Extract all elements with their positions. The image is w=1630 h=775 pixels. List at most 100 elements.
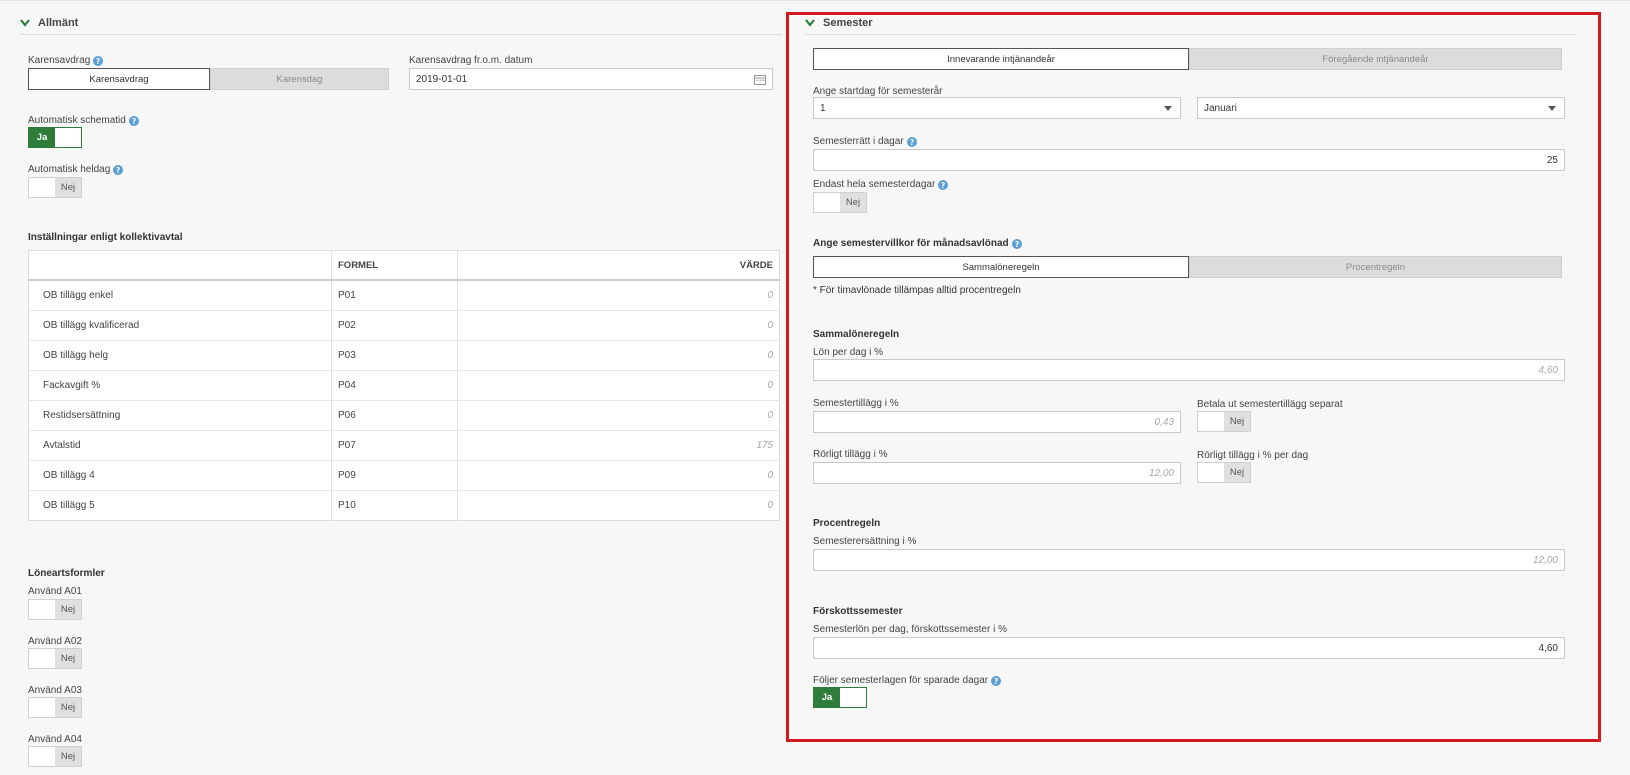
toggle-knob bbox=[1198, 463, 1224, 482]
tillagg-input[interactable]: 0,43 bbox=[813, 411, 1181, 433]
karensavdrag-option[interactable]: Karensavdrag bbox=[28, 68, 210, 90]
row-value-input[interactable]: 0 bbox=[457, 340, 780, 371]
row-value-input[interactable]: 0 bbox=[457, 280, 780, 311]
row-value-input[interactable]: 0 bbox=[458, 491, 780, 521]
semester-section-title: Semester bbox=[823, 17, 873, 29]
toggle-knob bbox=[1198, 412, 1224, 431]
table-row[interactable]: Avtalstid P07 175 bbox=[28, 430, 780, 461]
table-row[interactable]: OB tillägg 4 P09 0 bbox=[28, 460, 780, 491]
ratt-input[interactable]: 25 bbox=[813, 149, 1565, 171]
dropdown-arrow-icon bbox=[1548, 106, 1556, 111]
table-header-row: FORMEL VÄRDE bbox=[28, 250, 780, 281]
rorligt-dag-label: Rörligt tillägg i % per dag bbox=[1197, 450, 1309, 461]
help-icon[interactable]: ? bbox=[113, 164, 124, 175]
row-name: OB tillägg helg bbox=[28, 340, 332, 371]
tab-foregaende[interactable]: Föregående intjänandeår bbox=[1189, 48, 1562, 70]
villkor-label-text: Ange semestervillkor för månadsavlönad bbox=[813, 238, 1009, 249]
villkor-segmented-control[interactable]: Sammalöneregeln Procentregeln bbox=[813, 256, 1562, 278]
column-header-name bbox=[28, 250, 332, 281]
startmonth-value: Januari bbox=[1204, 102, 1237, 114]
hela-label-text: Endast hela semesterdagar bbox=[813, 179, 936, 190]
toggle-knob bbox=[29, 178, 55, 197]
auto-schema-toggle[interactable]: Ja bbox=[28, 127, 82, 148]
svg-text:?: ? bbox=[994, 677, 998, 686]
column-header-varde[interactable]: VÄRDE bbox=[457, 250, 780, 281]
toggle-knob bbox=[29, 600, 55, 619]
row-value-input[interactable]: 175 bbox=[457, 430, 780, 461]
table-row[interactable]: Restidsersättning P06 0 bbox=[28, 400, 780, 431]
ersattning-input[interactable]: 12,00 bbox=[813, 549, 1565, 571]
row-formel: P10 bbox=[331, 490, 458, 521]
toggle-state: Nej bbox=[55, 649, 81, 668]
help-icon[interactable]: ? bbox=[1011, 238, 1022, 249]
betala-toggle[interactable]: Nej bbox=[1197, 411, 1251, 432]
row-name: Restidsersättning bbox=[28, 400, 332, 431]
table-row[interactable]: Fackavgift % P04 0 bbox=[28, 370, 780, 401]
karensavdrag-label-text: Karensavdrag bbox=[28, 55, 91, 66]
table-row[interactable]: OB tillägg kvalificerad P02 0 bbox=[28, 310, 780, 341]
startday-select[interactable]: 1 bbox=[813, 97, 1181, 119]
karens-date-value: 2019-01-01 bbox=[416, 73, 468, 85]
lon-per-dag-input[interactable]: 4,60 bbox=[813, 359, 1565, 381]
column-header-formel[interactable]: FORMEL bbox=[331, 250, 458, 281]
chevron-down-icon bbox=[20, 18, 30, 28]
tab-innevarande[interactable]: Innevarande intjänandeår bbox=[813, 48, 1189, 70]
auto-heldag-toggle[interactable]: Nej bbox=[28, 177, 82, 198]
help-icon[interactable]: ? bbox=[906, 136, 917, 147]
ratt-label: Semesterrätt i dagar ? bbox=[813, 136, 917, 147]
villkor-label: Ange semestervillkor för månadsavlönad ? bbox=[813, 238, 1022, 249]
foljer-label-text: Följer semesterlagen för sparade dagar bbox=[813, 675, 989, 686]
forskott-lon-input[interactable]: 4,60 bbox=[813, 637, 1565, 659]
toggle-knob bbox=[55, 128, 81, 147]
year-segmented-control[interactable]: Innevarande intjänandeår Föregående intj… bbox=[813, 48, 1562, 70]
toggle-state: Nej bbox=[55, 698, 81, 717]
samma-title: Sammalöneregeln bbox=[813, 329, 900, 340]
foljer-toggle[interactable]: Ja bbox=[813, 687, 867, 708]
toggle-state: Ja bbox=[29, 128, 55, 147]
svg-text:?: ? bbox=[116, 166, 120, 175]
svg-text:?: ? bbox=[96, 57, 100, 66]
row-formel: P01 bbox=[331, 280, 458, 311]
toggle-state: Ja bbox=[814, 688, 840, 707]
anvand-a04-label: Använd A04 bbox=[28, 734, 82, 745]
anvand-a03-toggle[interactable]: Nej bbox=[28, 697, 82, 718]
general-section-title: Allmänt bbox=[38, 17, 79, 29]
row-value-input[interactable]: 0 bbox=[457, 370, 780, 401]
anvand-a04-toggle[interactable]: Nej bbox=[28, 746, 82, 767]
table-row[interactable]: OB tillägg helg P03 0 bbox=[28, 340, 780, 371]
startday-value: 1 bbox=[820, 102, 826, 114]
help-icon[interactable]: ? bbox=[128, 115, 139, 126]
help-icon[interactable]: ? bbox=[93, 55, 104, 66]
auto-schema-label: Automatisk schematid ? bbox=[28, 115, 139, 126]
anvand-a01-toggle[interactable]: Nej bbox=[28, 599, 82, 620]
row-value-input[interactable]: 0 bbox=[457, 400, 780, 431]
tab-procentregeln[interactable]: Procentregeln bbox=[1189, 256, 1562, 278]
startmonth-select[interactable]: Januari bbox=[1197, 97, 1565, 119]
semester-section-header[interactable]: Semester bbox=[805, 12, 1575, 35]
general-section-header[interactable]: Allmänt bbox=[20, 12, 782, 35]
calendar-icon[interactable] bbox=[754, 74, 766, 88]
karensdag-option[interactable]: Karensdag bbox=[210, 68, 389, 90]
row-formel: P06 bbox=[331, 400, 458, 431]
chevron-down-icon bbox=[805, 18, 815, 28]
loneartsformler-title: Löneartsformler bbox=[28, 568, 105, 579]
toggle-state: Nej bbox=[55, 178, 81, 197]
rorligt-dag-toggle[interactable]: Nej bbox=[1197, 462, 1251, 483]
help-icon[interactable]: ? bbox=[938, 179, 949, 190]
lon-per-dag-label: Lön per dag i % bbox=[813, 347, 884, 358]
help-icon[interactable]: ? bbox=[991, 675, 1002, 686]
hela-toggle[interactable]: Nej bbox=[813, 192, 867, 213]
karensavdrag-segmented-control[interactable]: Karensavdrag Karensdag bbox=[28, 68, 389, 90]
ersattning-label: Semesterersättning i % bbox=[813, 536, 917, 547]
table-row[interactable]: OB tillägg 5 P10 0 bbox=[28, 490, 780, 521]
karens-date-input[interactable]: 2019-01-01 bbox=[409, 68, 773, 90]
row-value-input[interactable]: 0 bbox=[457, 460, 780, 491]
rorligt-input[interactable]: 12,00 bbox=[813, 462, 1181, 484]
betala-label: Betala ut semestertillägg separat bbox=[1197, 399, 1343, 410]
anvand-a02-toggle[interactable]: Nej bbox=[28, 648, 82, 669]
tab-sammaloneregeln[interactable]: Sammalöneregeln bbox=[813, 256, 1189, 278]
row-name: OB tillägg kvalificerad bbox=[28, 310, 332, 341]
table-row[interactable]: OB tillägg enkel P01 0 bbox=[28, 280, 780, 311]
toggle-state: Nej bbox=[55, 600, 81, 619]
row-value-input[interactable]: 0 bbox=[457, 310, 780, 341]
